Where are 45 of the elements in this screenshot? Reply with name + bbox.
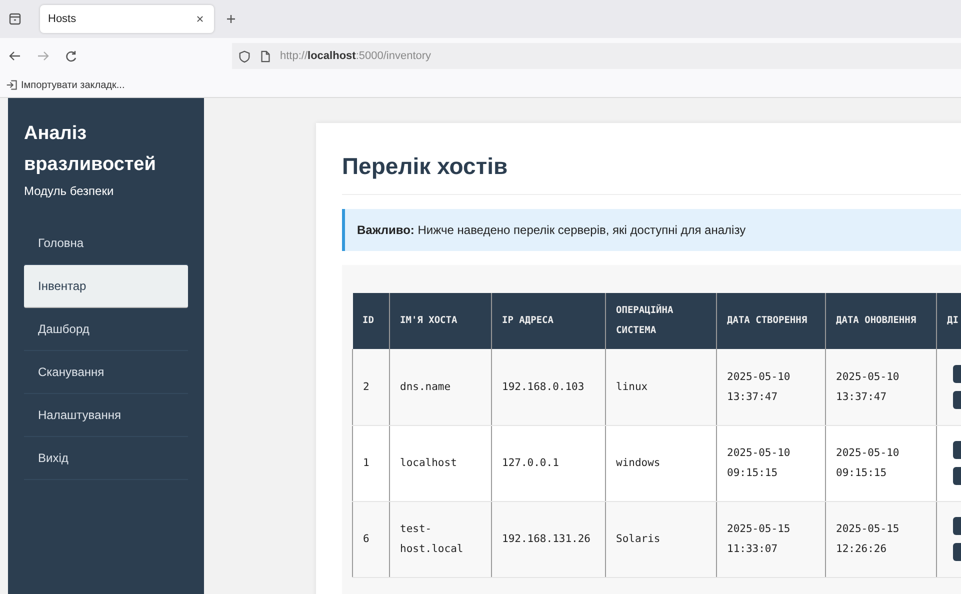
info-alert: Важливо: Нижче наведено перелік серверів, які доступні для аналізу xyxy=(342,209,961,251)
nav-item[interactable]: Дашборд xyxy=(24,308,188,351)
table-cell: Solaris xyxy=(616,533,660,545)
table-cell: 2025-05-15 11:33:07 xyxy=(727,523,790,555)
browser-tab[interactable]: Hosts xyxy=(40,5,214,33)
shield-icon xyxy=(238,50,251,62)
nav-item[interactable]: Сканування xyxy=(24,351,188,394)
app-title: Аналіз вразливостей xyxy=(24,122,157,177)
column-header: IP АДРЕСА xyxy=(502,315,554,326)
table-cell: 2025-05-15 12:26:26 xyxy=(836,523,900,555)
table-cell: dns.name xyxy=(400,380,451,393)
column-header: ДІ xyxy=(947,315,958,326)
column-header: ДАТА СТВОРЕННЯ xyxy=(727,315,808,326)
nav-item[interactable]: Налаштування xyxy=(24,394,188,437)
page-title: Перелік хостів xyxy=(342,147,961,195)
bookmark-item[interactable]: Імпортувати закладк... xyxy=(0,74,961,96)
table-cell: 2 xyxy=(363,380,370,393)
table-cell: 2025-05-10 13:37:47 xyxy=(836,370,900,403)
column-header: ДАТА ОНОВЛЕННЯ xyxy=(836,315,916,326)
column-header: ІМ'Я ХОСТА xyxy=(400,315,458,326)
new-tab-icon[interactable] xyxy=(224,12,238,26)
table-cell: 192.168.131.26 xyxy=(502,533,591,545)
table-cell: localhost xyxy=(400,457,457,469)
table-cell: test-host.local xyxy=(400,523,464,555)
table-cell: 127.0.0.1 xyxy=(502,457,559,469)
page-icon xyxy=(259,50,272,62)
table-cell: linux xyxy=(616,380,648,393)
column-header: ОПЕРАЦІЙНА СИСТЕМА xyxy=(616,305,674,336)
table-cell: 2025-05-10 13:37:47 xyxy=(727,370,790,403)
back-icon[interactable] xyxy=(8,49,22,63)
table-cell: windows xyxy=(616,457,660,469)
import-icon xyxy=(6,79,18,91)
nav-item[interactable]: Інвентар xyxy=(24,265,188,308)
column-header: ID xyxy=(362,315,374,326)
nav-item[interactable]: Вихід xyxy=(24,437,188,480)
table-cell: 192.168.0.103 xyxy=(502,380,584,393)
table-cell: 2025-05-10 09:15:15 xyxy=(727,447,790,479)
address-bar[interactable]: http://localhost:5000/inventory xyxy=(232,43,961,69)
table-cell: 1 xyxy=(363,457,370,469)
reload-icon[interactable] xyxy=(64,49,78,63)
app-subtitle: Модуль безпеки xyxy=(24,184,115,198)
close-icon[interactable] xyxy=(194,13,206,25)
table-cell: 2025-05-10 09:15:15 xyxy=(836,447,900,479)
tab-list-icon[interactable] xyxy=(8,12,22,26)
table-cell: 6 xyxy=(363,533,370,545)
